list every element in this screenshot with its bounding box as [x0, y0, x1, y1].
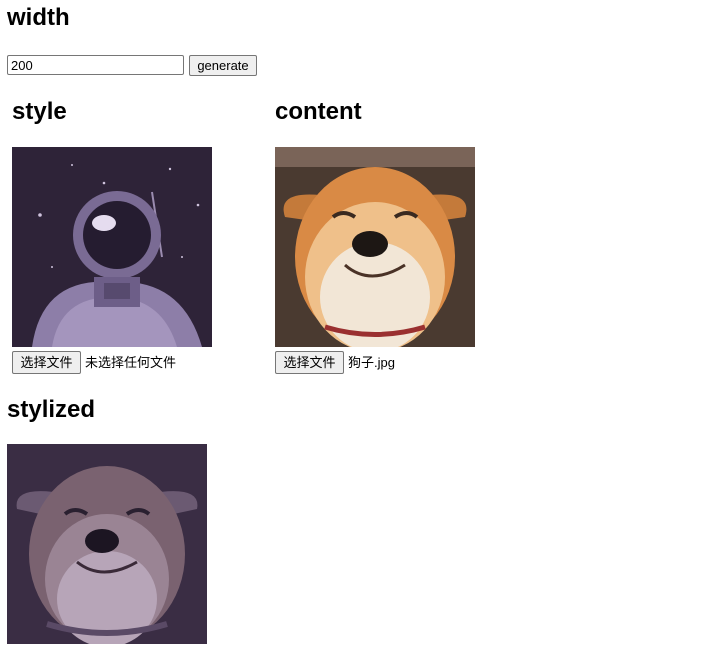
generate-button[interactable]: generate [189, 55, 257, 76]
width-heading: width [7, 4, 70, 31]
content-image-dog [275, 147, 475, 347]
content-heading: content [275, 98, 362, 125]
stylized-heading: stylized [7, 396, 96, 423]
style-file-button[interactable]: 选择文件 [12, 351, 81, 374]
style-image-astronaut [12, 147, 212, 347]
style-file-status: 未选择任何文件 [85, 355, 177, 370]
content-file-status: 狗子.jpg [348, 355, 395, 370]
stylized-image-dog [7, 444, 207, 644]
width-input[interactable] [7, 55, 184, 75]
content-file-button[interactable]: 选择文件 [275, 351, 344, 374]
style-heading: style [12, 98, 67, 125]
